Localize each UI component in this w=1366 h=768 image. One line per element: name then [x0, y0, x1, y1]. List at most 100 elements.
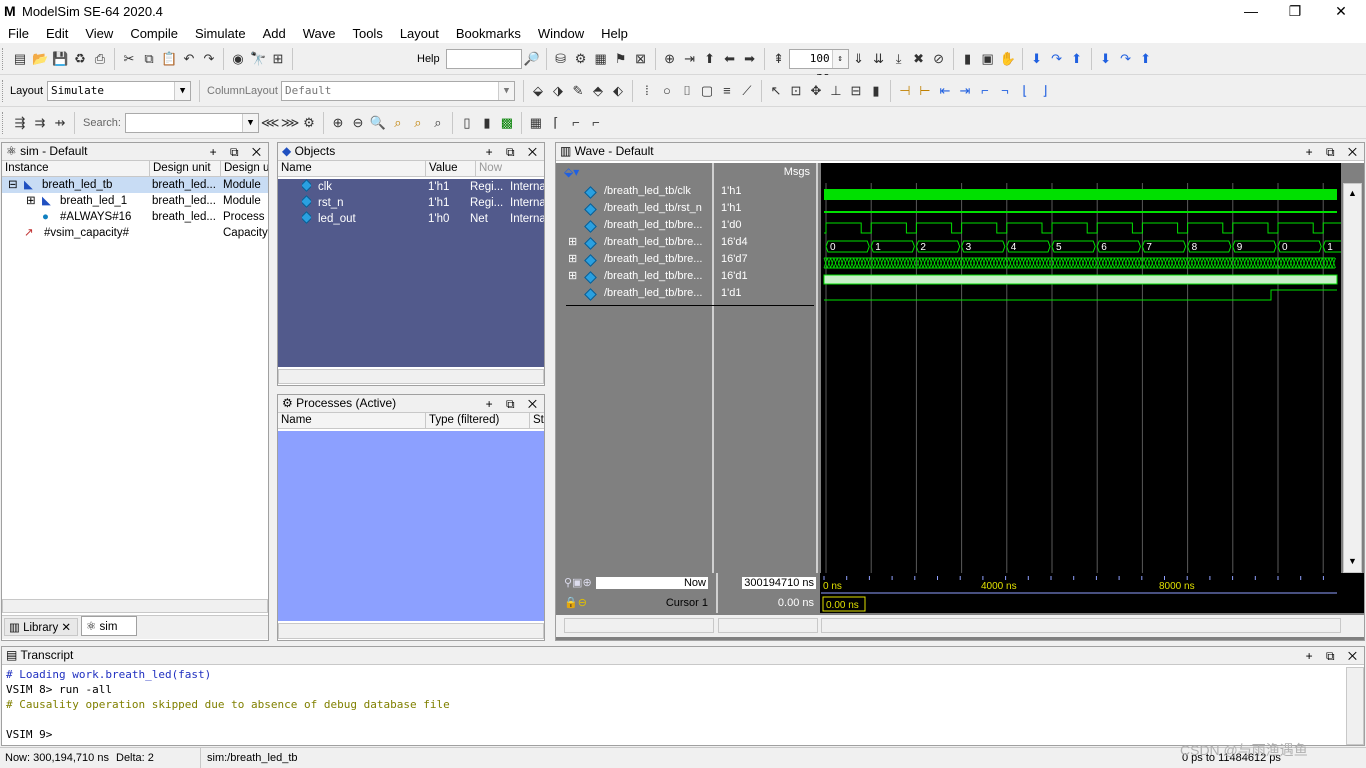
menu-layout[interactable]: Layout	[400, 26, 439, 41]
table-row[interactable]: ⊟ ◣ breath_led_tb breath_led... Module	[2, 177, 268, 193]
undo-icon[interactable]: ↶	[181, 51, 197, 67]
menu-file[interactable]: File	[8, 26, 29, 41]
sim-step-icon[interactable]: ⚑	[613, 51, 629, 67]
signal-up-icon[interactable]: ⇶	[12, 115, 28, 131]
transcript-console[interactable]: # Loading work.breath_led(fast) VSIM 8> …	[6, 667, 1342, 745]
menu-edit[interactable]: Edit	[46, 26, 68, 41]
edit-mode-icon[interactable]: ⊥	[828, 83, 844, 99]
search-options-icon[interactable]: ⚙	[301, 115, 317, 131]
step-into-dropdown-icon[interactable]: ⬇	[1098, 51, 1114, 67]
format-io-icon[interactable]: ⌷	[679, 83, 695, 99]
menu-view[interactable]: View	[85, 26, 113, 41]
restart-icon[interactable]: ⇞	[771, 51, 787, 67]
add-cursor-icon[interactable]: ⊣	[897, 83, 913, 99]
col-now[interactable]: Now	[476, 161, 544, 176]
col-name[interactable]: Name	[278, 161, 426, 176]
cut-icon[interactable]: ✂	[121, 51, 137, 67]
stop-sim-icon[interactable]: ⊘	[931, 51, 947, 67]
hand-icon[interactable]: ✋	[1000, 51, 1016, 67]
zoom-range-icon[interactable]: ⌕	[410, 115, 426, 131]
list-item[interactable]: led_out 1'h0 Net Interna	[278, 211, 544, 227]
pane-controls[interactable]: + ⧉ ✕	[1306, 648, 1362, 665]
select-mode-icon[interactable]: ↖	[768, 83, 784, 99]
col-design-type[interactable]: Design ur	[221, 161, 268, 176]
paste-icon[interactable]: 📋	[161, 51, 177, 67]
wave-signal-row[interactable]: ⊞ /breath_led_tb/bre... 16'd7	[556, 251, 818, 268]
wave-add-icon[interactable]: ⬙	[530, 83, 546, 99]
right-arrow-icon[interactable]: ➡	[742, 51, 758, 67]
zoom-out-icon[interactable]: ⊖	[350, 115, 366, 131]
run-all-icon[interactable]: ⤓	[891, 51, 907, 67]
waveform-canvas[interactable]: 0 1 2 3 4 5 6 7 8 9 0 1	[821, 163, 1366, 573]
prev-falling-icon[interactable]: ⌊	[1017, 83, 1033, 99]
sim-h-scrollbar[interactable]	[2, 599, 268, 613]
sim-stop-icon[interactable]: ⊠	[633, 51, 649, 67]
menu-compile[interactable]: Compile	[130, 26, 178, 41]
step-over-dropdown-icon[interactable]: ↷	[1118, 51, 1134, 67]
menu-bookmarks[interactable]: Bookmarks	[456, 26, 521, 41]
chevron-down-icon[interactable]: ▼	[497, 81, 514, 100]
cursor-grid-icon[interactable]: ▩	[499, 115, 515, 131]
copy-icon[interactable]: ⧉	[141, 51, 157, 67]
wave-signal-row[interactable]: ⊞ /breath_led_tb/bre... 16'd4	[556, 234, 818, 251]
format-box-icon[interactable]: ▢	[699, 83, 715, 99]
format-all-icon[interactable]: ≡	[719, 83, 735, 99]
redo-icon[interactable]: ↷	[201, 51, 217, 67]
list-item[interactable]: clk 1'h1 Regi... Interna	[278, 179, 544, 195]
cursor-line-icon[interactable]: ▯	[459, 115, 475, 131]
find-icon[interactable]: 🔭	[250, 51, 266, 67]
zoom-mode-icon[interactable]: ⊡	[788, 83, 804, 99]
wave-group-icon[interactable]: ⬗	[550, 83, 566, 99]
col-name[interactable]: Name	[278, 413, 426, 428]
layout-select[interactable]: Simulate ▼	[47, 80, 192, 101]
zoom-in-icon[interactable]: ⊕	[330, 115, 346, 131]
wave-h-scrollbar[interactable]	[821, 618, 1341, 633]
open-folder-icon[interactable]: 📂	[32, 51, 48, 67]
memory-icon[interactable]: ▣	[980, 51, 996, 67]
menu-window[interactable]: Window	[538, 26, 584, 41]
expand-icon[interactable]: ⊞	[568, 235, 577, 248]
scroll-up-icon[interactable]: ▲	[1348, 188, 1357, 198]
spinner-icon[interactable]: ⇕	[831, 49, 848, 68]
scroll-down-icon[interactable]: ▼	[1348, 556, 1357, 566]
transcript-v-scrollbar[interactable]	[1346, 667, 1364, 745]
wave-tools-icon[interactable]: ⬙▾	[564, 165, 592, 181]
wave-v-scrollbar[interactable]: ▲ ▼	[1343, 183, 1362, 573]
left-arrow-icon[interactable]: ⬅	[722, 51, 738, 67]
wave-signal-row[interactable]: ⊞ /breath_led_tb/bre... 16'd1	[556, 268, 818, 285]
expand-icon[interactable]: ⊞	[568, 269, 577, 282]
table-row[interactable]: ● #ALWAYS#16 breath_led... Process	[2, 209, 268, 225]
next-transition-icon[interactable]: ⇥	[957, 83, 973, 99]
names-h-scrollbar[interactable]	[564, 618, 714, 633]
compare-end-icon[interactable]: ⌐	[568, 115, 584, 131]
prev-transition-icon[interactable]: ⇤	[937, 83, 953, 99]
menu-add[interactable]: Add	[263, 26, 286, 41]
chevron-down-icon[interactable]: ▼	[241, 113, 258, 132]
next-falling-icon[interactable]: ⌋	[1037, 83, 1053, 99]
break-sim-icon[interactable]: ✖	[911, 51, 927, 67]
expand-icon[interactable]: ⊞	[26, 193, 36, 209]
save-icon[interactable]: 💾	[52, 51, 68, 67]
stop-light-icon[interactable]: ▮	[868, 83, 884, 99]
menu-wave[interactable]: Wave	[303, 26, 336, 41]
col-value[interactable]: Value	[426, 161, 476, 176]
performance-icon[interactable]: ▮	[960, 51, 976, 67]
tab-library[interactable]: ▥ Library ✕	[4, 618, 78, 636]
col-instance[interactable]: Instance	[2, 161, 150, 176]
col-design-unit[interactable]: Design unit	[150, 161, 221, 176]
format-brush-icon[interactable]: ⟋	[739, 83, 755, 99]
format-circle-icon[interactable]: ○	[659, 83, 675, 99]
time-ruler[interactable]: 0 ns 4000 ns 8000 ns 0.00 ns	[821, 573, 1341, 613]
wave-signal-row[interactable]: /breath_led_tb/rst_n 1'h1	[556, 200, 818, 217]
run-length-input[interactable]: 100 ps⇕	[788, 48, 849, 83]
zoom-cursor-icon[interactable]: ⌕	[390, 115, 406, 131]
search-input[interactable]: ▼	[124, 112, 259, 133]
signal-down-icon[interactable]: ⇉	[32, 115, 48, 131]
print-icon[interactable]: ⎙	[92, 51, 108, 67]
pane-controls[interactable]: + ⧉ ✕	[1306, 144, 1362, 161]
zoom-full-icon[interactable]: 🔍	[370, 115, 386, 131]
step-out-dropdown-icon[interactable]: ⬆	[1138, 51, 1154, 67]
step-out-icon[interactable]: ⬆	[1069, 51, 1085, 67]
values-h-scrollbar[interactable]	[718, 618, 818, 633]
wave-bookmark-icon[interactable]: ⬖	[610, 83, 626, 99]
